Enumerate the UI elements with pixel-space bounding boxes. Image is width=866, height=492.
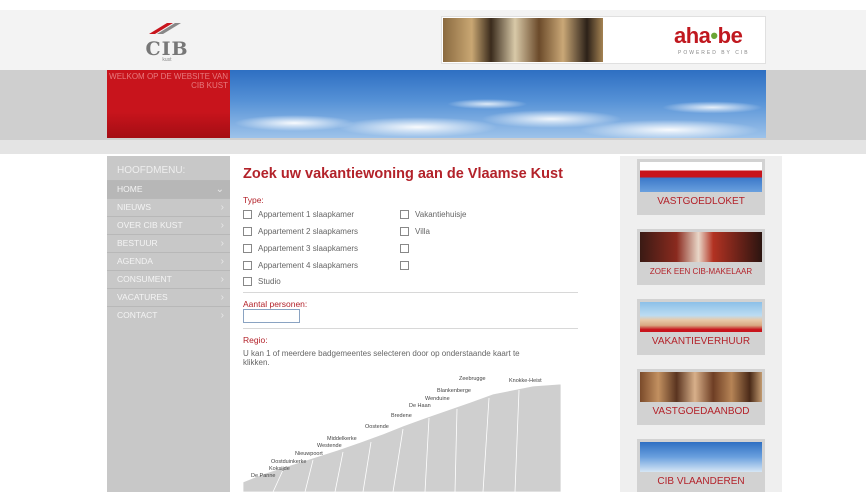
map-label-de-panne: De Panne (251, 473, 275, 479)
map-label-de-haan: De Haan (409, 403, 431, 409)
type-checkbox-appartement-4[interactable]: Appartement 4 slaapkamers (243, 261, 358, 273)
ad-powered-by: POWERED BY CIB (678, 50, 750, 56)
welcome-panel: WELKOM OP DE WEBSITE VAN CIB KUST (107, 70, 230, 138)
menu-item-vacatures[interactable]: VACATURES › (107, 288, 230, 306)
card-vastgoedaanbod[interactable]: VASTGOEDAANBOD (637, 369, 765, 425)
right-column: VASTGOEDLOKET ZOEK EEN CIB-MAKELAAR VAKA… (620, 156, 782, 492)
aha-be-banner-ad[interactable]: aha•be POWERED BY CIB (441, 16, 766, 64)
ad-brand: aha•be (674, 23, 743, 48)
ad-dog-photo (443, 18, 603, 62)
map-label-bredene: Bredene (391, 413, 412, 419)
map-land (243, 383, 561, 492)
card-label: VASTGOEDAANBOD (652, 406, 750, 417)
divider (243, 292, 578, 293)
card-vakantieverhuur[interactable]: VAKANTIEVERHUUR (637, 299, 765, 355)
region-help-text: U kan 1 of meerdere badgemeentes selecte… (243, 349, 520, 367)
type-checkbox-appartement-3[interactable]: Appartement 3 slaapkamers (243, 244, 358, 256)
card-zoek-makelaar[interactable]: ZOEK EEN CIB-MAKELAAR (637, 229, 765, 285)
card-label: CIB VLAANDEREN (657, 476, 745, 487)
menu-item-nieuws[interactable]: NIEUWS › (107, 198, 230, 216)
main-menu-sidebar: HOOFDMENU: HOME ⌄ NIEUWS › OVER CIB KUST › … (107, 156, 230, 492)
makelaar-image (640, 232, 762, 262)
chevron-right-icon: › (220, 310, 224, 321)
checkbox[interactable] (400, 227, 409, 236)
checkbox[interactable] (243, 244, 252, 253)
cib-logo[interactable]: CIB kust (137, 20, 197, 63)
divider (243, 328, 578, 329)
type-checkbox-villa[interactable]: Villa (400, 227, 430, 239)
vastgoedaanbod-image (640, 372, 762, 402)
chevron-down-icon: ⌄ (215, 184, 224, 195)
persons-input[interactable] (243, 309, 300, 323)
card-label: VAKANTIEVERHUUR (651, 336, 751, 347)
type-checkbox-unlabeled-1[interactable] (400, 244, 415, 256)
banner-underline (0, 140, 866, 154)
menu-item-consument[interactable]: CONSUMENT › (107, 270, 230, 288)
chevron-right-icon: › (220, 256, 224, 267)
checkbox[interactable] (243, 261, 252, 270)
coast-region-map[interactable]: Zeebrugge Knokke-Heist Blankenberge Wend… (243, 374, 561, 492)
map-label-zeebrugge: Zeebrugge (459, 376, 486, 382)
page-title: Zoek uw vakantiewoning aan de Vlaamse Ku… (243, 166, 563, 182)
checkbox[interactable] (243, 227, 252, 236)
map-label-blankenberge: Blankenberge (437, 388, 471, 394)
checkbox[interactable] (243, 277, 252, 286)
map-label-koksijde: Koksijde (269, 466, 290, 472)
card-label: VASTGOEDLOKET (657, 196, 745, 207)
map-label-oostende: Oostende (365, 424, 389, 430)
type-checkbox-studio[interactable]: Studio (243, 277, 281, 289)
type-checkbox-appartement-2[interactable]: Appartement 2 slaapkamers (243, 227, 358, 239)
card-label: ZOEK EEN CIB-MAKELAAR (649, 267, 753, 276)
logo-swoosh-icon (149, 23, 181, 34)
map-label-knokke-heist: Knokke-Heist (509, 378, 542, 384)
checkbox[interactable] (400, 210, 409, 219)
chevron-right-icon: › (220, 220, 224, 231)
checkbox[interactable] (400, 261, 409, 270)
region-label: Regio: (243, 335, 268, 345)
logo-subtext: kust (162, 57, 172, 63)
map-label-middelkerke: Middelkerke (327, 436, 357, 442)
map-label-nieuwpoort: Nieuwpoort (295, 451, 323, 457)
vakantieverhuur-image (640, 302, 762, 332)
cib-vlaanderen-image (640, 442, 762, 472)
chevron-right-icon: › (220, 292, 224, 303)
vastgoedloket-image (640, 162, 762, 192)
card-vastgoedloket[interactable]: VASTGOEDLOKET (637, 159, 765, 215)
chevron-right-icon: › (220, 238, 224, 249)
type-checkbox-vakantiehuisje[interactable]: Vakantiehuisje (400, 210, 466, 222)
chevron-right-icon: › (220, 274, 224, 285)
map-label-wenduine: Wenduine (425, 396, 450, 402)
sky-clouds-banner-image (230, 70, 766, 138)
map-label-oostduinkerke: Oostduinkerke (271, 459, 306, 465)
persons-label: Aantal personen: (243, 299, 308, 309)
card-cib-vlaanderen[interactable]: CIB VLAANDEREN (637, 439, 765, 492)
type-checkbox-unlabeled-2[interactable] (400, 261, 415, 273)
city-skyline-image (107, 112, 230, 138)
checkbox[interactable] (243, 210, 252, 219)
menu-title: HOOFDMENU: (117, 165, 186, 176)
menu-item-bestuur[interactable]: BESTUUR › (107, 234, 230, 252)
main-menu: HOME ⌄ NIEUWS › OVER CIB KUST › BESTUUR › AG… (107, 180, 230, 324)
menu-item-over-cib-kust[interactable]: OVER CIB KUST › (107, 216, 230, 234)
map-label-westende: Westende (317, 443, 342, 449)
chevron-right-icon: › (220, 202, 224, 213)
welcome-text: WELKOM OP DE WEBSITE VAN CIB KUST (109, 72, 228, 90)
type-checkbox-appartement-1[interactable]: Appartement 1 slaapkamer (243, 210, 354, 222)
menu-item-contact[interactable]: CONTACT › (107, 306, 230, 324)
menu-item-agenda[interactable]: AGENDA › (107, 252, 230, 270)
search-form: Zoek uw vakantiewoning aan de Vlaamse Ku… (230, 156, 580, 492)
menu-item-home[interactable]: HOME ⌄ (107, 180, 230, 198)
checkbox[interactable] (400, 244, 409, 253)
type-label: Type: (243, 195, 264, 205)
